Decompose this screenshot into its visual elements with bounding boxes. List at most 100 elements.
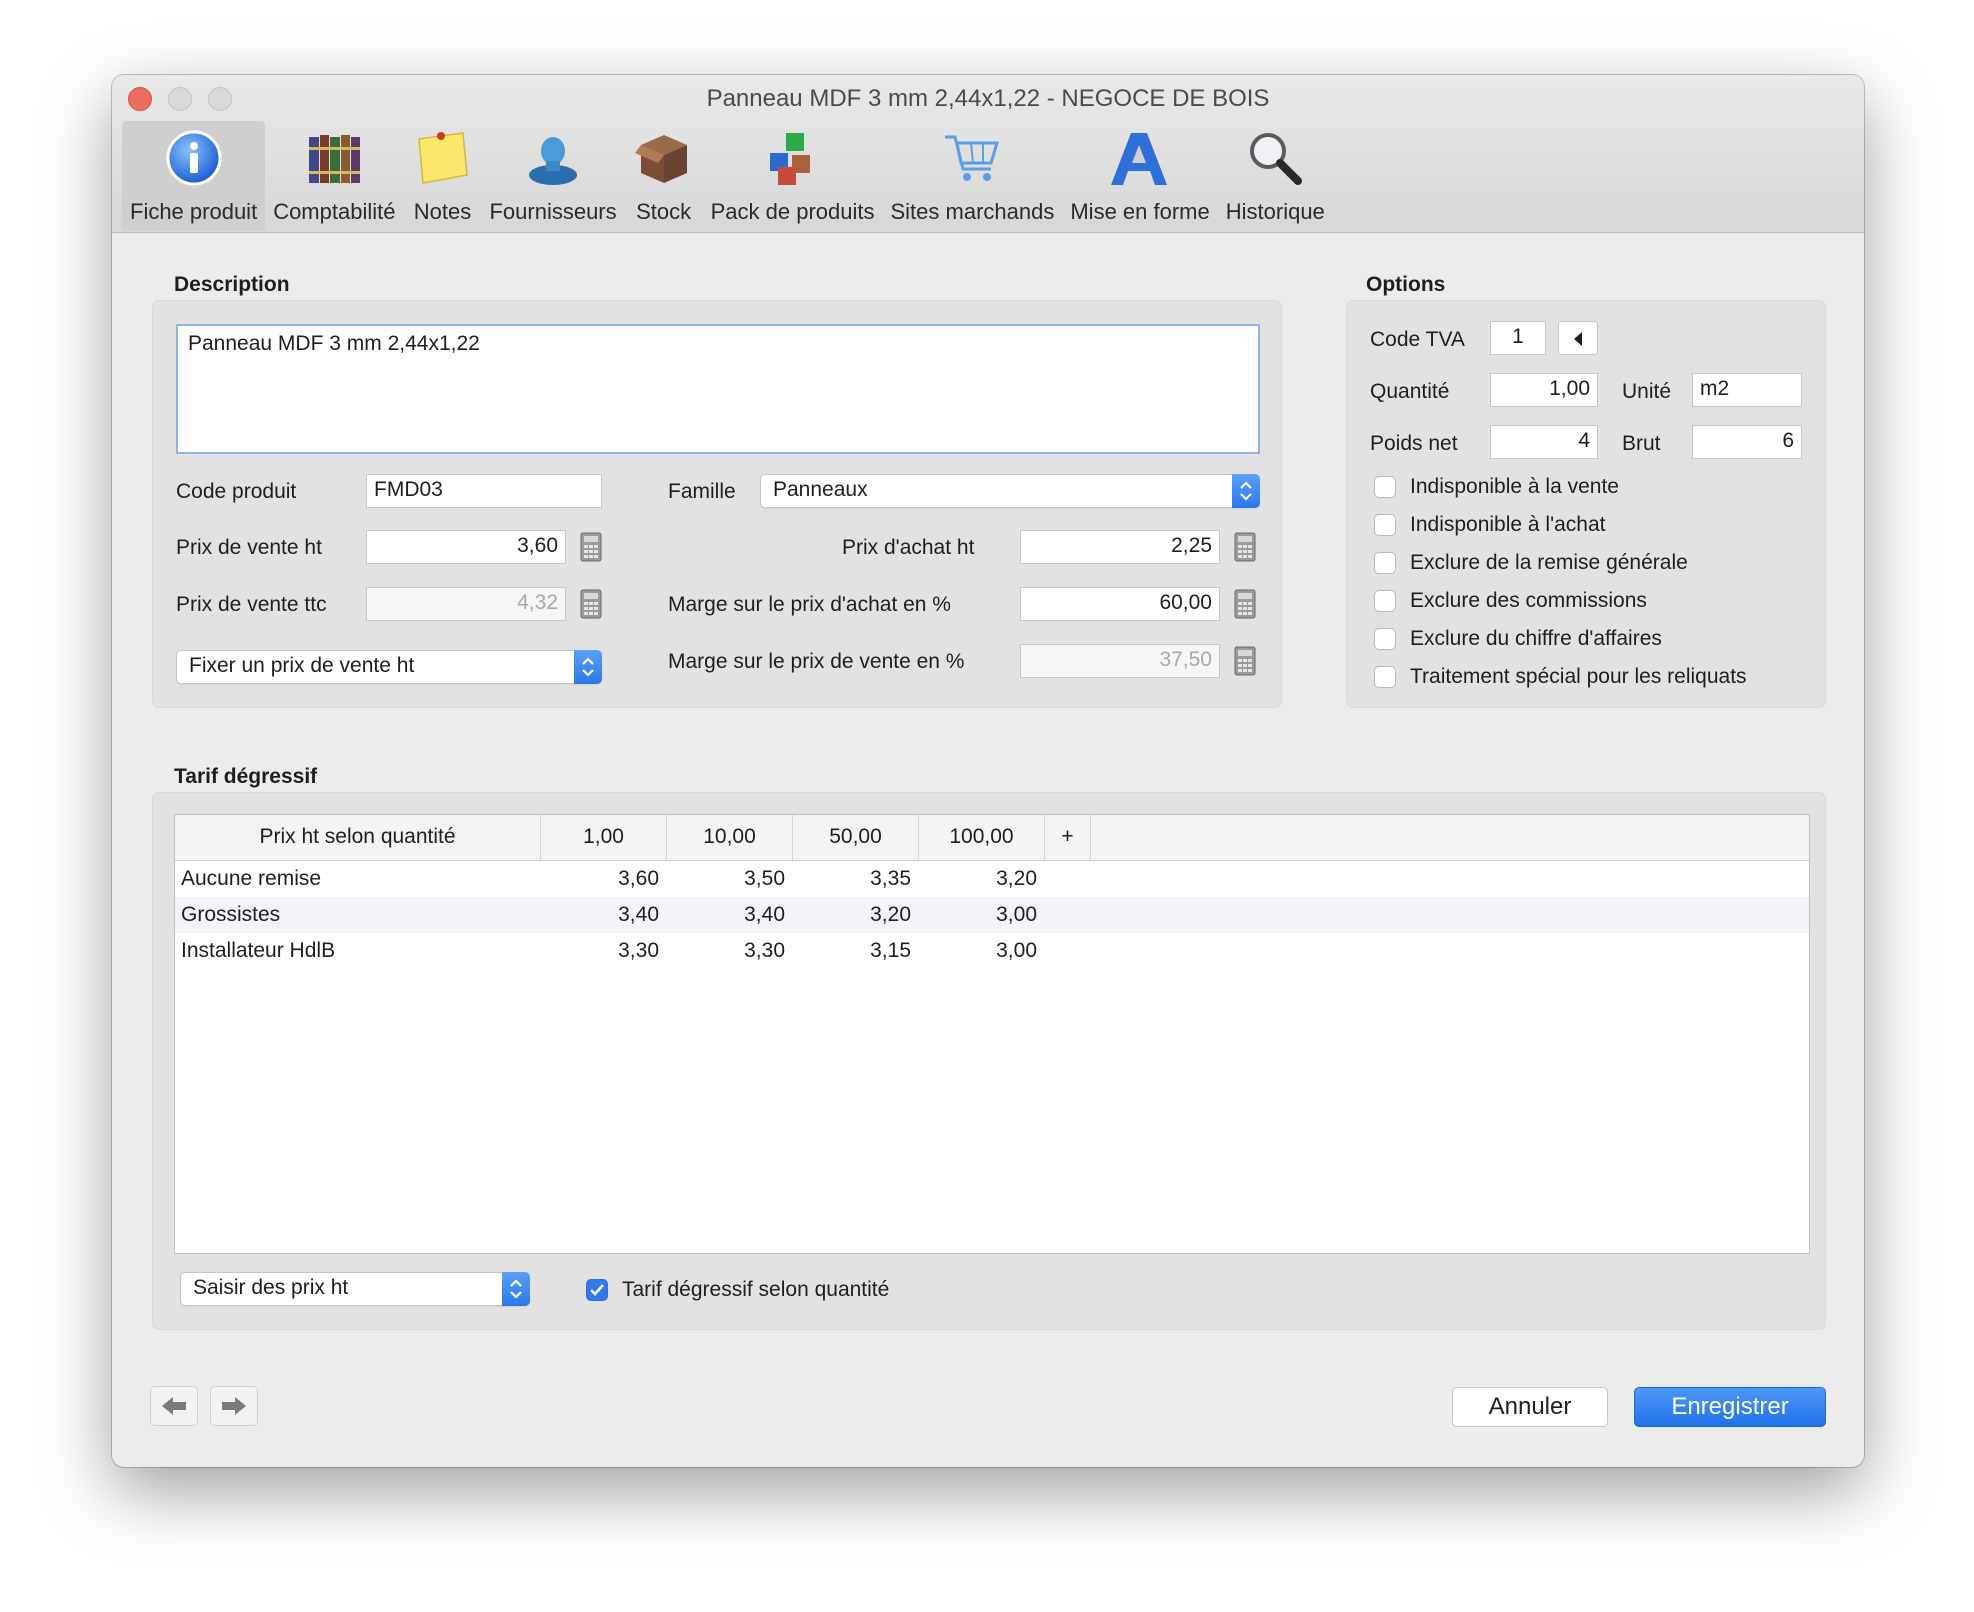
famille-value: Panneaux <box>773 478 868 501</box>
checkbox-box[interactable] <box>1374 590 1396 612</box>
tab-label: Comptabilité <box>273 199 396 224</box>
checkbox-indisponible-achat[interactable]: Indisponible à l'achat <box>1374 513 1605 537</box>
tab-label: Stock <box>636 199 692 224</box>
prix-vente-ht-field[interactable]: 3,60 <box>366 530 566 564</box>
marge-achat-label: Marge sur le prix d'achat en % <box>668 593 951 616</box>
checkbox-exclure-ca[interactable]: Exclure du chiffre d'affaires <box>1374 627 1662 651</box>
checkbox-box[interactable] <box>1374 514 1396 536</box>
cell-price[interactable]: 3,00 <box>919 897 1037 933</box>
save-button[interactable]: Enregistrer <box>1634 1387 1826 1427</box>
cell-price[interactable]: 3,35 <box>793 861 911 897</box>
tab-comptabilite[interactable]: Comptabilité <box>265 121 403 231</box>
table-row[interactable]: Installateur HdlB 3,30 3,30 3,15 3,00 <box>175 933 1809 969</box>
checkbox-exclure-commissions[interactable]: Exclure des commissions <box>1374 589 1647 613</box>
code-tva-field[interactable]: 1 <box>1490 321 1546 355</box>
checkbox-label: Tarif dégressif selon quantité <box>622 1278 890 1301</box>
tab-label: Historique <box>1225 199 1325 224</box>
poids-net-field[interactable]: 4 <box>1490 425 1598 459</box>
checkbox-traitement-reliquats[interactable]: Traitement spécial pour les reliquats <box>1374 665 1747 689</box>
cell-price[interactable]: 3,20 <box>793 897 911 933</box>
column-header[interactable]: 50,00 <box>793 815 919 861</box>
poids-net-label: Poids net <box>1370 432 1458 455</box>
next-button[interactable] <box>210 1386 258 1426</box>
marge-vente-field: 37,50 <box>1020 644 1220 678</box>
calculator-icon[interactable] <box>1234 646 1256 676</box>
cell-price[interactable]: 3,30 <box>541 933 659 969</box>
brut-field[interactable]: 6 <box>1692 425 1802 459</box>
person-icon <box>529 137 578 185</box>
famille-label: Famille <box>668 480 736 503</box>
description-textarea[interactable]: Panneau MDF 3 mm 2,44x1,22 <box>176 324 1260 454</box>
prix-achat-ht-field[interactable]: 2,25 <box>1020 530 1220 564</box>
checkbox-tarif-degressif[interactable]: Tarif dégressif selon quantité <box>586 1278 889 1302</box>
cell-price[interactable]: 3,00 <box>919 933 1037 969</box>
tab-notes[interactable]: Notes <box>403 121 481 231</box>
calculator-icon[interactable] <box>580 532 602 562</box>
checkbox-label: Exclure de la remise générale <box>1410 551 1688 574</box>
tab-pack-de-produits[interactable]: Pack de produits <box>703 121 883 231</box>
checkbox-label: Traitement spécial pour les reliquats <box>1410 665 1747 688</box>
tab-stock[interactable]: Stock <box>625 121 703 231</box>
cell-price[interactable]: 3,15 <box>793 933 911 969</box>
triangle-left-icon <box>1574 332 1582 346</box>
price-entry-mode-select[interactable]: Saisir des prix ht <box>180 1272 530 1306</box>
cancel-button[interactable]: Annuler <box>1452 1387 1608 1427</box>
prix-vente-ttc-label: Prix de vente ttc <box>176 593 327 616</box>
row-name: Grossistes <box>181 903 281 926</box>
code-produit-label: Code produit <box>176 480 297 503</box>
column-header[interactable]: 100,00 <box>919 815 1045 861</box>
checkbox-box[interactable] <box>1374 666 1396 688</box>
table-header: Prix ht selon quantité 1,00 10,00 50,00 … <box>175 815 1809 861</box>
checkbox-label: Exclure des commissions <box>1410 589 1647 612</box>
cell-price[interactable]: 3,40 <box>667 897 785 933</box>
price-mode-select[interactable]: Fixer un prix de vente ht <box>176 650 602 684</box>
price-mode-value: Fixer un prix de vente ht <box>189 654 415 677</box>
cubes-icon <box>769 133 810 185</box>
prix-achat-ht-label: Prix d'achat ht <box>842 536 975 559</box>
arrow-right-icon <box>222 1397 246 1415</box>
checkbox-exclure-remise[interactable]: Exclure de la remise générale <box>1374 551 1688 575</box>
marge-achat-field[interactable]: 60,00 <box>1020 587 1220 621</box>
checkbox-box-checked[interactable] <box>586 1279 608 1301</box>
unite-field[interactable]: m2 <box>1692 373 1802 407</box>
sticky-note-icon <box>418 132 469 184</box>
window-title: Panneau MDF 3 mm 2,44x1,22 - NEGOCE DE B… <box>706 85 1270 112</box>
table-row[interactable]: Grossistes 3,40 3,40 3,20 3,00 <box>175 897 1809 933</box>
select-arrows-icon <box>502 1272 530 1306</box>
price-entry-mode-value: Saisir des prix ht <box>193 1276 349 1299</box>
code-tva-picker-button[interactable] <box>1558 321 1598 355</box>
quantite-field[interactable]: 1,00 <box>1490 373 1598 407</box>
info-icon <box>166 130 222 186</box>
table-row[interactable]: Aucune remise 3,60 3,50 3,35 3,20 <box>175 861 1809 897</box>
tarif-table: Prix ht selon quantité 1,00 10,00 50,00 … <box>174 814 1810 1254</box>
column-header[interactable]: 10,00 <box>667 815 793 861</box>
cell-price[interactable]: 3,60 <box>541 861 659 897</box>
tab-fournisseurs[interactable]: Fournisseurs <box>481 121 624 231</box>
cell-price[interactable]: 3,20 <box>919 861 1037 897</box>
famille-select[interactable]: Panneaux <box>760 474 1260 508</box>
calculator-icon[interactable] <box>580 589 602 619</box>
calculator-icon[interactable] <box>1234 589 1256 619</box>
cell-price[interactable]: 3,30 <box>667 933 785 969</box>
checkbox-indisponible-vente[interactable]: Indisponible à la vente <box>1374 475 1619 499</box>
cell-price[interactable]: 3,40 <box>541 897 659 933</box>
calculator-icon[interactable] <box>1234 532 1256 562</box>
checkbox-box[interactable] <box>1374 628 1396 650</box>
checkbox-box[interactable] <box>1374 552 1396 574</box>
code-produit-field[interactable]: FMD03 <box>366 474 602 508</box>
add-column-button[interactable]: + <box>1045 815 1091 861</box>
cell-price[interactable]: 3,50 <box>667 861 785 897</box>
previous-button[interactable] <box>150 1386 198 1426</box>
tab-fiche-produit[interactable]: Fiche produit <box>122 121 266 231</box>
select-arrows-icon <box>574 650 602 684</box>
select-arrows-icon <box>1232 474 1260 508</box>
tab-mise-en-forme[interactable]: Mise en forme <box>1062 121 1217 231</box>
column-header[interactable]: Prix ht selon quantité <box>175 815 541 861</box>
tab-sites-marchands[interactable]: Sites marchands <box>883 121 1063 231</box>
box-icon <box>634 135 687 183</box>
tab-historique[interactable]: Historique <box>1218 121 1333 231</box>
column-header[interactable]: 1,00 <box>541 815 667 861</box>
tab-label: Sites marchands <box>890 199 1055 224</box>
tab-label: Mise en forme <box>1070 199 1210 224</box>
checkbox-box[interactable] <box>1374 476 1396 498</box>
